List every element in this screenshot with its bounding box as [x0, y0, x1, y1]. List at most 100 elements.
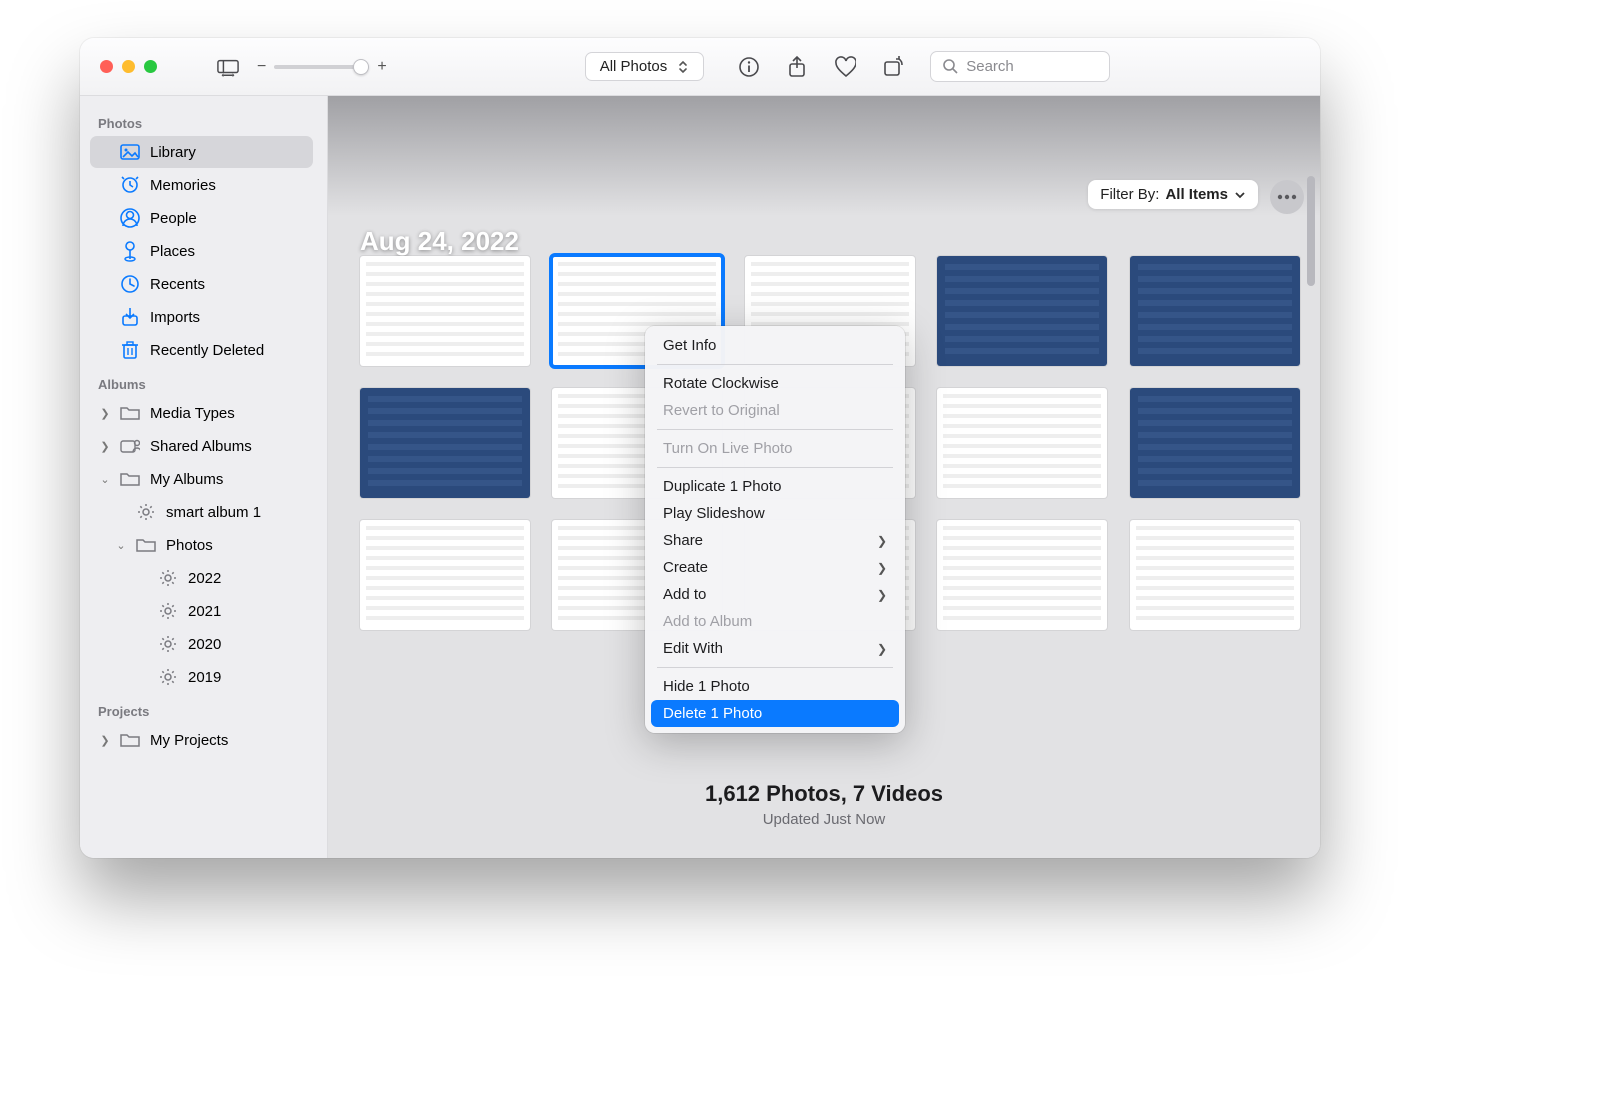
menu-duplicate-1-photo[interactable]: Duplicate 1 Photo — [645, 473, 905, 500]
sidebar-item-label: Shared Albums — [150, 438, 252, 455]
disclosure-open-icon: ⌄ — [100, 473, 110, 486]
sidebar-year-2021[interactable]: 2021 — [90, 595, 313, 627]
gear-icon — [158, 667, 178, 687]
photo-thumbnail[interactable] — [1130, 520, 1300, 630]
rotate-icon[interactable] — [882, 56, 904, 78]
filter-button[interactable]: Filter By: All Items — [1088, 180, 1258, 209]
sidebar-item-label: Media Types — [150, 405, 235, 422]
gear-icon — [158, 568, 178, 588]
gear-icon — [136, 502, 156, 522]
toolbar: − + All Photos Search — [177, 51, 1320, 82]
menu-create[interactable]: Create❯ — [645, 554, 905, 581]
sidebar-item-label: My Projects — [150, 732, 228, 749]
people-icon — [120, 208, 140, 228]
share-icon[interactable] — [786, 56, 808, 78]
sidebar-section-photos: Photos — [86, 106, 317, 135]
zoom-in-icon[interactable]: + — [377, 58, 386, 76]
photo-thumbnail[interactable] — [937, 388, 1107, 498]
titlebar: − + All Photos Search — [80, 38, 1320, 96]
sidebar-item-label: Library — [150, 144, 196, 161]
updated-status: Updated Just Now — [328, 811, 1320, 828]
imports-icon — [120, 307, 140, 327]
search-placeholder: Search — [966, 58, 1014, 75]
memories-icon — [120, 175, 140, 195]
sidebar-year-2019[interactable]: 2019 — [90, 661, 313, 693]
photo-thumbnail[interactable] — [360, 388, 530, 498]
folder-grey-icon — [120, 730, 140, 750]
photo-thumbnail[interactable] — [1130, 388, 1300, 498]
folder-grey-icon — [120, 469, 140, 489]
sidebar-item-label: Photos — [166, 537, 213, 554]
photo-thumbnail[interactable] — [360, 520, 530, 630]
sidebar-album-media-types[interactable]: ❯ Media Types — [90, 397, 313, 429]
view-selector[interactable]: All Photos — [585, 52, 705, 81]
scrollbar[interactable] — [1304, 176, 1318, 848]
sidebar-item-label: Imports — [150, 309, 200, 326]
context-menu: Get InfoRotate ClockwiseRevert to Origin… — [645, 326, 905, 733]
photos-app-window: − + All Photos Search Photos — [80, 38, 1320, 858]
sidebar-section-albums: Albums — [86, 367, 317, 396]
menu-share[interactable]: Share❯ — [645, 527, 905, 554]
menu-hide-1-photo[interactable]: Hide 1 Photo — [645, 673, 905, 700]
disclosure-closed-icon: ❯ — [100, 734, 110, 747]
zoom-out-icon[interactable]: − — [257, 58, 266, 76]
submenu-arrow-icon: ❯ — [877, 561, 887, 575]
sidebar-year-2022[interactable]: 2022 — [90, 562, 313, 594]
menu-edit-with[interactable]: Edit With❯ — [645, 635, 905, 662]
menu-rotate-clockwise[interactable]: Rotate Clockwise — [645, 370, 905, 397]
sidebar-photos-recently-deleted[interactable]: Recently Deleted — [90, 334, 313, 366]
photo-thumbnail[interactable] — [937, 256, 1107, 366]
menu-delete-1-photo[interactable]: Delete 1 Photo — [651, 700, 899, 727]
sidebar-project-my-projects[interactable]: ❯ My Projects — [90, 724, 313, 756]
disclosure-closed-icon: ❯ — [100, 440, 110, 453]
sidebar-toggle-icon[interactable] — [217, 56, 239, 78]
recents-icon — [120, 274, 140, 294]
photo-thumbnail[interactable] — [937, 520, 1107, 630]
gear-icon — [158, 601, 178, 621]
sidebar-photos-places[interactable]: Places — [90, 235, 313, 267]
zoom-slider[interactable]: − + — [257, 58, 387, 76]
sidebar-item-label: 2021 — [188, 603, 221, 620]
chevron-down-icon — [1234, 189, 1246, 201]
item-count: 1,612 Photos, 7 Videos — [328, 781, 1320, 807]
sidebar-year-2020[interactable]: 2020 — [90, 628, 313, 660]
sidebar-item-label: My Albums — [150, 471, 223, 488]
favorite-icon[interactable] — [834, 56, 856, 78]
sidebar-photos-memories[interactable]: Memories — [90, 169, 313, 201]
menu-add-to-album: Add to Album — [645, 608, 905, 635]
close-window[interactable] — [100, 60, 113, 73]
search-input[interactable]: Search — [930, 51, 1110, 82]
sidebar-album-shared-albums[interactable]: ❯ Shared Albums — [90, 430, 313, 462]
sidebar-item-label: Recently Deleted — [150, 342, 264, 359]
sidebar-item-label: People — [150, 210, 197, 227]
gear-icon — [158, 634, 178, 654]
photo-thumbnail[interactable] — [1130, 256, 1300, 366]
folder-grey-icon — [136, 535, 156, 555]
sidebar-album-my-albums[interactable]: ⌄ My Albums — [90, 463, 313, 495]
date-header: Aug 24, 2022 — [360, 226, 519, 257]
stepper-icon — [677, 59, 689, 75]
menu-add-to[interactable]: Add to❯ — [645, 581, 905, 608]
menu-get-info[interactable]: Get Info — [645, 332, 905, 359]
menu-turn-on-live-photo: Turn On Live Photo — [645, 435, 905, 462]
zoom-window[interactable] — [144, 60, 157, 73]
disclosure-open-icon: ⌄ — [116, 539, 126, 552]
menu-play-slideshow[interactable]: Play Slideshow — [645, 500, 905, 527]
more-options-button[interactable] — [1270, 180, 1304, 214]
sidebar-item-label: Recents — [150, 276, 205, 293]
submenu-arrow-icon: ❯ — [877, 534, 887, 548]
sidebar-myalbum-smart-album-1[interactable]: smart album 1 — [90, 496, 313, 528]
sidebar-section-projects: Projects — [86, 694, 317, 723]
sidebar-photos-imports[interactable]: Imports — [90, 301, 313, 333]
sidebar-photos-recents[interactable]: Recents — [90, 268, 313, 300]
info-icon[interactable] — [738, 56, 760, 78]
view-selector-label: All Photos — [600, 58, 668, 75]
submenu-arrow-icon: ❯ — [877, 588, 887, 602]
sidebar-photos-people[interactable]: People — [90, 202, 313, 234]
sidebar-photos-library[interactable]: Library — [90, 136, 313, 168]
photo-thumbnail[interactable] — [360, 256, 530, 366]
sidebar-item-label: 2020 — [188, 636, 221, 653]
disclosure-closed-icon: ❯ — [100, 407, 110, 420]
minimize-window[interactable] — [122, 60, 135, 73]
sidebar-myalbum-photos[interactable]: ⌄ Photos — [90, 529, 313, 561]
